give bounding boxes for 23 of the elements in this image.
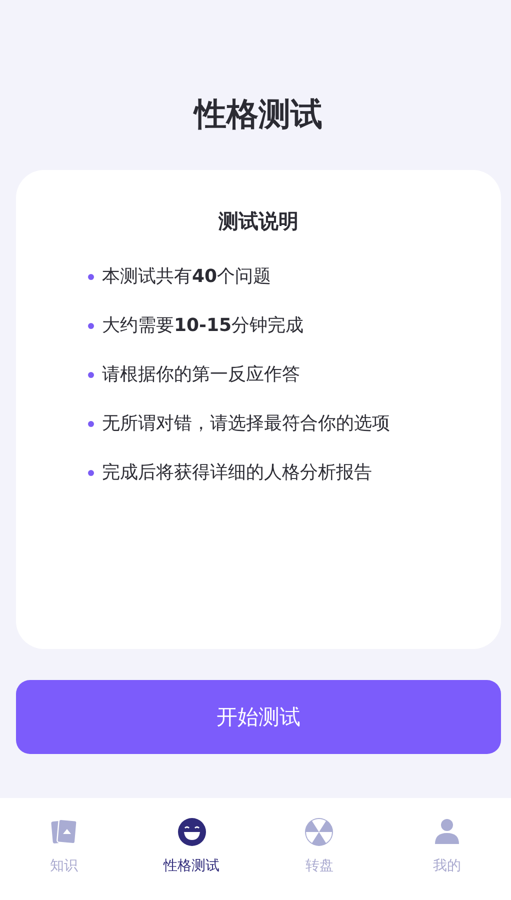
tab-label: 性格测试 [164,857,220,875]
nav-tab[interactable]: 我的 [383,798,511,900]
smile-icon [176,817,207,847]
nav-tab[interactable]: 转盘 [256,798,384,900]
page-title: 性格测试 [192,94,324,135]
bullet-icon [88,322,94,328]
tab-label: 转盘 [305,857,334,875]
instruction-text: 本测试共有40个问题 [102,265,272,289]
tab-label: 知识 [50,857,78,875]
instruction-text: 无所谓对错，请选择最符合你的选项 [102,412,390,436]
bullet-icon [88,420,94,426]
instruction-text: 大约需要10-15分钟完成 [102,314,304,338]
nav-tab[interactable]: 知识 [0,798,128,900]
wheel-icon [304,817,334,847]
bullet-icon [88,274,94,280]
bullet-icon [88,372,94,378]
tab-label: 我的 [433,857,462,875]
instruction-text: 请根据你的第一反应作答 [102,363,300,387]
card-heading: 测试说明 [218,208,298,235]
start-button[interactable]: 开始测试 [16,680,501,754]
nav-tab[interactable]: 性格测试 [128,798,256,900]
bullet-icon [88,470,94,476]
instruction-text: 完成后将获得详细的人格分析报告 [102,461,372,485]
